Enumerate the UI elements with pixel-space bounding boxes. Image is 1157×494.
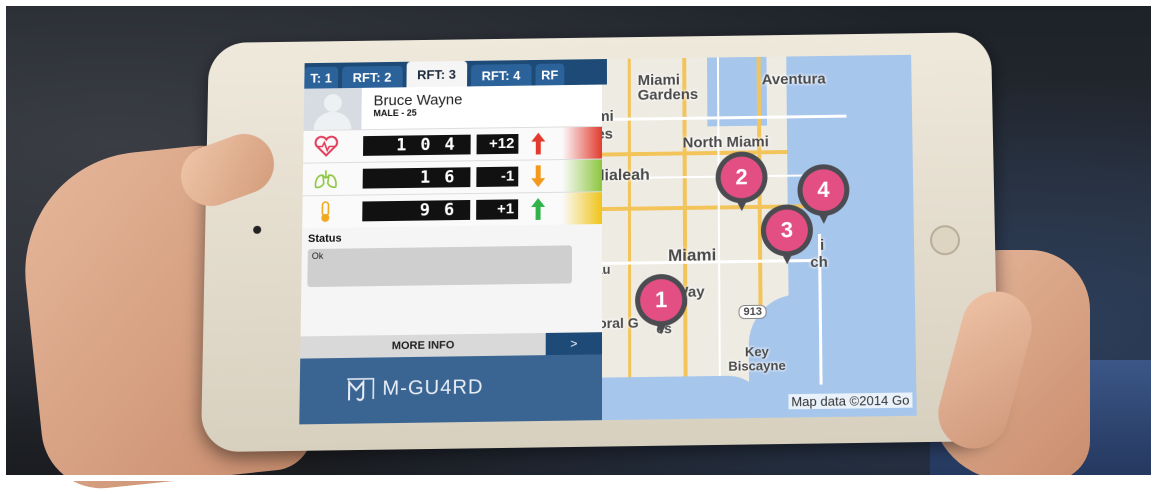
arrow-up-icon: [530, 132, 546, 156]
vital-delta: +1: [476, 199, 518, 219]
tab-rft-5[interactable]: RF: [535, 64, 564, 86]
status-field: [307, 245, 572, 287]
lungs-icon: [313, 168, 339, 190]
vital-row-heart-rate: 104 +12: [303, 126, 602, 163]
tablet-device: Miami Gardens Aventura ami kes North Mia…: [201, 32, 999, 452]
vital-delta: +12: [477, 134, 519, 154]
photo-background: Miami Gardens Aventura ami kes North Mia…: [0, 0, 1157, 481]
map-label: 913: [738, 305, 767, 319]
patient-header: Bruce Wayne MALE - 25: [304, 85, 602, 130]
vital-row-temperature: 96 +1: [302, 191, 602, 228]
m-guard-logo-icon: [346, 376, 377, 403]
tab-rft-3[interactable]: RFT: 3: [406, 61, 467, 87]
patient-name: Bruce Wayne: [373, 91, 462, 109]
vital-status-bar: [562, 192, 602, 224]
vital-status-bar: [562, 127, 602, 159]
tab-rft-1[interactable]: T: 1: [304, 67, 338, 89]
vital-row-respiration: 16 -1: [303, 159, 602, 196]
patient-panel: T: 1 RFT: 2 RFT: 3 RFT: 4 RF Bruce Wayne…: [299, 59, 602, 424]
map-view[interactable]: Miami Gardens Aventura ami kes North Mia…: [588, 55, 917, 421]
vital-status-bar: [562, 159, 602, 191]
patient-info: MALE - 25: [373, 108, 416, 118]
status-value: Ok: [312, 251, 324, 261]
vital-value: 104: [363, 135, 471, 156]
thermometer-icon: [312, 201, 338, 223]
vital-value: 96: [362, 200, 470, 221]
brand-name: M-GU4RD: [382, 376, 483, 401]
status-label: Status: [308, 233, 342, 245]
vital-delta: -1: [476, 167, 518, 187]
brand-bar: M-GU4RD: [299, 354, 602, 424]
chevron-right-icon[interactable]: >: [546, 332, 602, 355]
home-button[interactable]: [930, 225, 961, 255]
avatar: [304, 88, 362, 130]
arrow-up-icon: [530, 197, 546, 221]
vital-value: 16: [363, 167, 471, 188]
map-pin-3[interactable]: 3: [761, 204, 813, 257]
map-label: Miami Gardens: [638, 72, 727, 103]
map-credit: Map data ©2014 Go: [788, 392, 912, 409]
arrow-down-icon: [530, 164, 546, 188]
tab-rft-2[interactable]: RFT: 2: [342, 66, 403, 88]
map-label: i: [820, 237, 824, 254]
map-label: North Miami: [683, 133, 769, 151]
map-label: ch: [810, 254, 828, 271]
map-label: Miami: [668, 245, 716, 266]
map-label: Aventura: [762, 71, 826, 89]
tablet-screen: Miami Gardens Aventura ami kes North Mia…: [299, 55, 917, 425]
map-pin-1[interactable]: 1: [635, 274, 687, 327]
map-label: Key Biscayne: [727, 345, 788, 374]
tab-rft-4[interactable]: RFT: 4: [471, 64, 532, 86]
map-pin-2[interactable]: 2: [715, 151, 767, 203]
camera-icon: [253, 226, 261, 234]
heart-rate-icon: [313, 135, 339, 157]
